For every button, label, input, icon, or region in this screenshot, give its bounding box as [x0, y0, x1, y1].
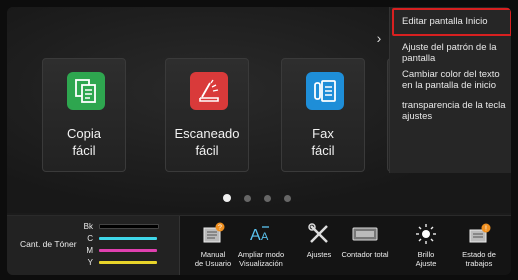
page-dot[interactable]	[244, 195, 251, 202]
toner-channel-label: C	[87, 234, 93, 243]
tile-label-line2: fácil	[311, 143, 335, 158]
enlarge-display-button[interactable]: A A Ampliar modo Visualización	[233, 220, 289, 268]
chevron-right-icon[interactable]: ›	[371, 25, 387, 51]
menu-item-screen-pattern[interactable]: Ajuste del patrón de la pantalla	[402, 42, 508, 64]
toner-bar-y	[99, 261, 157, 264]
button-label-line1: Ajustes	[306, 250, 332, 259]
tile-label-line2: fácil	[72, 143, 96, 158]
tile-easy-scan[interactable]: Escaneado fácil	[165, 58, 249, 172]
toner-row-bk: Bk	[83, 221, 159, 232]
button-label-line1: Brillo	[417, 250, 435, 259]
button-label-line1: Ampliar modo	[237, 250, 285, 259]
tile-label: Fax fácil	[282, 125, 364, 159]
toner-bar-c	[99, 237, 157, 240]
button-label-line1: Estado de	[462, 250, 496, 259]
button-label-line2: trabajos	[465, 259, 493, 268]
tile-label-line1: Copia	[67, 126, 101, 141]
home-tile-area: Copia fácil Escaneado fácil Fax fácil › …	[7, 7, 511, 213]
button-label-line2: Ajuste	[415, 259, 437, 268]
svg-text:?: ?	[218, 225, 222, 232]
button-label-line2: de Usuario	[194, 259, 232, 268]
settings-dropdown-menu: Editar pantalla Inicio Ajuste del patrón…	[389, 7, 511, 173]
tile-label-line1: Fax	[312, 126, 334, 141]
toner-row-c: C	[83, 233, 157, 244]
page-dot[interactable]	[264, 195, 271, 202]
job-status-icon: !	[451, 220, 507, 248]
toner-bar-m	[99, 249, 157, 252]
brightness-button[interactable]: Brillo Ajuste	[398, 220, 454, 268]
tile-label-line2: fácil	[195, 143, 219, 158]
job-status-button[interactable]: ! Estado de trabajos	[451, 220, 507, 268]
toner-channel-label: Y	[87, 258, 93, 267]
page-dot[interactable]	[284, 195, 291, 202]
button-label-line2: Visualización	[239, 259, 283, 268]
menu-item-key-transparency[interactable]: transparencia de la tecla ajustes	[402, 100, 508, 122]
svg-text:!: !	[485, 226, 487, 233]
menu-item-text-color[interactable]: Cambiar color del texto en la pantalla d…	[402, 69, 508, 91]
toner-title: Cant. de Tóner	[20, 239, 77, 249]
text-enlarge-icon: A A	[233, 220, 289, 248]
tile-easy-fax[interactable]: Fax fácil	[281, 58, 365, 172]
tile-label-line1: Escaneado	[174, 126, 240, 141]
home-screen: Copia fácil Escaneado fácil Fax fácil › …	[7, 7, 511, 275]
button-label-line1: Contador total	[341, 250, 389, 259]
tile-easy-copy[interactable]: Copia fácil	[42, 58, 126, 172]
copy-icon	[67, 72, 105, 110]
fax-icon	[306, 72, 344, 110]
tile-label: Copia fácil	[43, 125, 125, 159]
menu-item-edit-home[interactable]: Editar pantalla Inicio	[392, 8, 511, 36]
scanner-icon	[190, 72, 228, 110]
toner-status[interactable]: Cant. de Tóner Bk C M Y	[7, 216, 180, 275]
toner-row-m: M	[83, 245, 157, 256]
page-indicator	[223, 194, 291, 202]
total-counter-button[interactable]: Contador total	[337, 220, 393, 259]
button-label-line1: Manual	[200, 250, 226, 259]
toner-row-y: Y	[83, 257, 157, 268]
tile-label: Escaneado fácil	[166, 125, 248, 159]
toner-channel-label: M	[86, 246, 93, 255]
brightness-icon	[398, 220, 454, 248]
toner-channel-label: Bk	[83, 222, 93, 231]
svg-text:A: A	[250, 227, 261, 244]
bottom-bar: Cant. de Tóner Bk C M Y ? Manual de Usua…	[7, 215, 511, 275]
toner-bar-bk	[99, 224, 159, 229]
svg-text:A: A	[261, 231, 269, 243]
counter-icon	[337, 220, 393, 248]
page-dot-active[interactable]	[223, 194, 231, 202]
